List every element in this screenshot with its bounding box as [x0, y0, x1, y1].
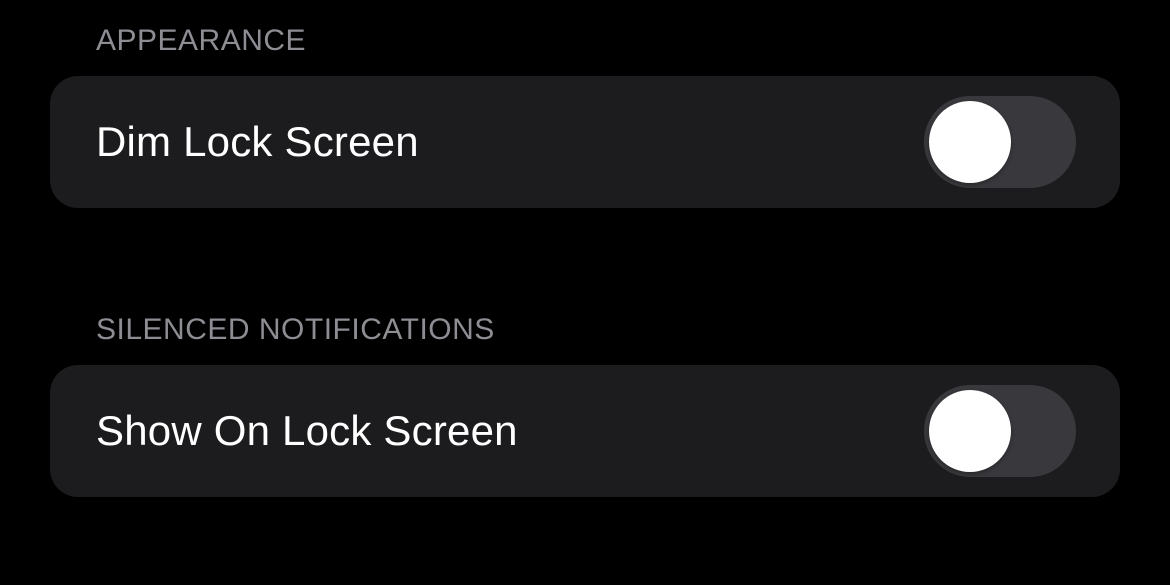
dim-lock-screen-row: Dim Lock Screen [50, 76, 1120, 208]
show-on-lock-screen-label: Show On Lock Screen [96, 407, 518, 455]
toggle-knob [929, 101, 1011, 183]
dim-lock-screen-toggle[interactable] [924, 96, 1076, 188]
show-on-lock-screen-row: Show On Lock Screen [50, 365, 1120, 497]
show-on-lock-screen-toggle[interactable] [924, 385, 1076, 477]
dim-lock-screen-label: Dim Lock Screen [96, 118, 419, 166]
appearance-section-header: APPEARANCE [50, 24, 1120, 58]
silenced-notifications-section-header: SILENCED NOTIFICATIONS [50, 313, 1120, 347]
toggle-knob [929, 390, 1011, 472]
